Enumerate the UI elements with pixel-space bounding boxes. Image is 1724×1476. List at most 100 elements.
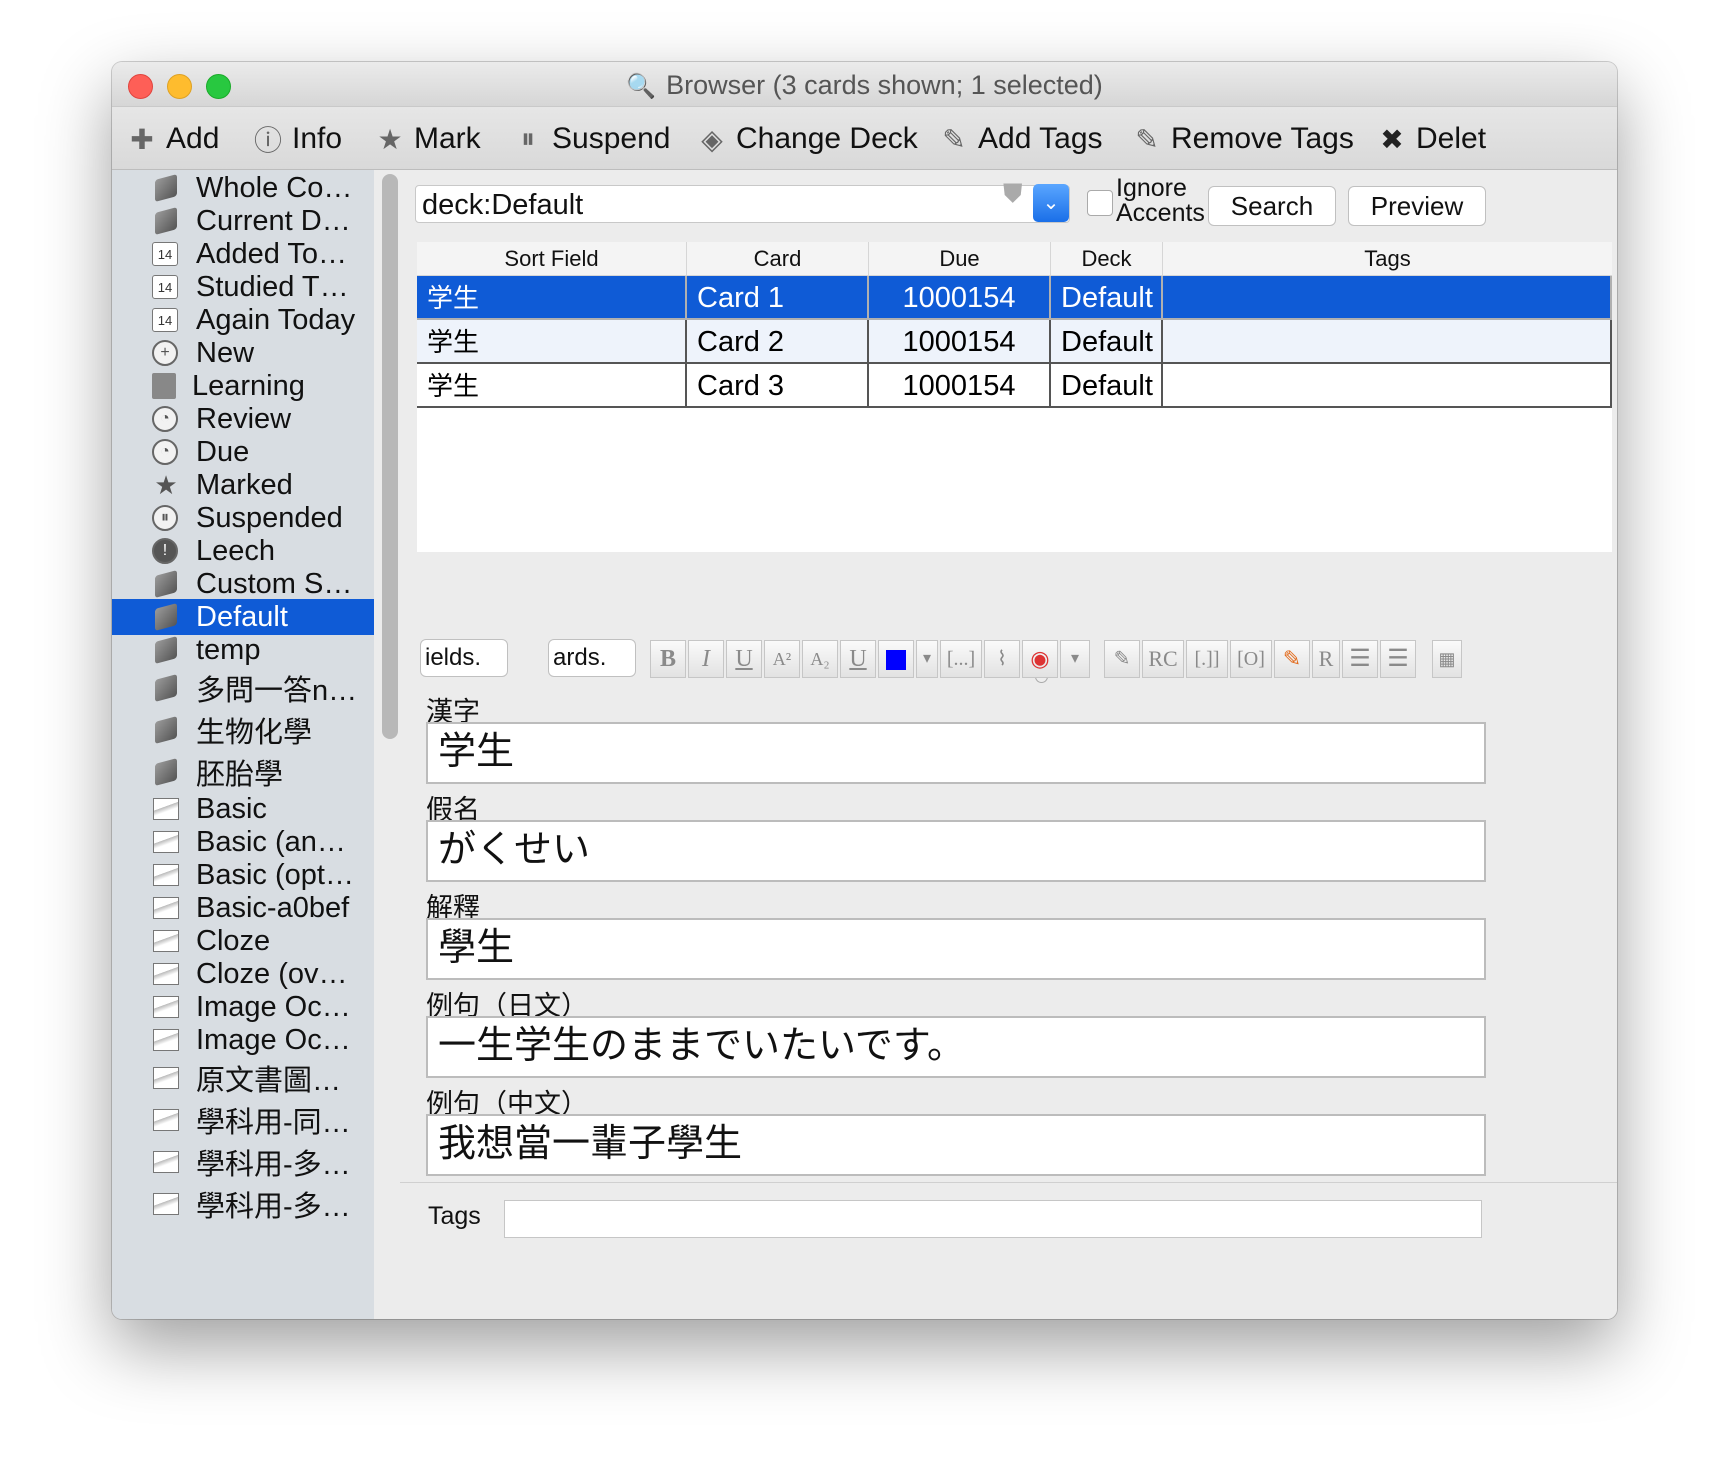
table-insert-button[interactable]: ▦	[1432, 640, 1462, 678]
bracket-button[interactable]: [.]]	[1186, 640, 1228, 678]
cards-button[interactable]: ards.	[548, 639, 636, 677]
sidebar-item-label: 學科用-同…	[196, 1107, 351, 1139]
sidebar-item-note-type[interactable]: Basic	[112, 791, 374, 827]
field-editor[interactable]: 学生	[426, 722, 1486, 784]
sidebar-item-current-deck[interactable]: Current D…	[112, 203, 374, 239]
search-input[interactable]: deck:Default	[415, 185, 1070, 223]
bold-button[interactable]: B	[650, 640, 686, 678]
sidebar-item-note-type[interactable]: 原文書圖…	[112, 1060, 374, 1097]
sidebar-item-deck[interactable]: 生物化學	[112, 712, 374, 749]
delete-button[interactable]: ✖ Delet	[1376, 119, 1486, 159]
table-row[interactable]: 学生 Card 3 1000154 Default	[417, 364, 1612, 408]
field-editor[interactable]: 學生	[426, 918, 1486, 980]
ignore-accents-checkbox[interactable]	[1087, 190, 1113, 216]
card-table: Sort Field Card Due Deck Tags 学生 Card 1 …	[417, 242, 1612, 552]
window-title: 🔍 Browser (3 cards shown; 1 selected)	[112, 70, 1617, 101]
divider	[400, 1182, 1617, 1183]
sidebar-item-note-type[interactable]: 學科用-同…	[112, 1102, 374, 1139]
occlusion-button[interactable]: [O]	[1230, 640, 1272, 678]
sidebar-item-again-today[interactable]: 14 Again Today	[112, 302, 374, 338]
add-button[interactable]: ✚ Add	[126, 119, 219, 159]
plus-circle-icon: +	[152, 340, 178, 366]
superscript-button[interactable]: A²	[764, 640, 800, 678]
sidebar-item-note-type[interactable]: Basic (an…	[112, 824, 374, 860]
sidebar-item-temp[interactable]: temp	[112, 632, 374, 668]
sidebar-item-leech[interactable]: ! Leech	[112, 533, 374, 569]
sidebar-item-new[interactable]: + New	[112, 335, 374, 371]
cell-due: 1000154	[869, 364, 1051, 408]
column-header-card[interactable]: Card	[687, 242, 869, 276]
ignore-accents-label: Ignore Accents	[1116, 176, 1205, 226]
tags-input[interactable]	[504, 1200, 1482, 1238]
search-history-dropdown[interactable]: ⌄	[1033, 184, 1069, 222]
sidebar-item-studied-today[interactable]: 14 Studied T…	[112, 269, 374, 305]
sidebar-item-note-type[interactable]: 學科用-多…	[112, 1186, 374, 1223]
star-icon: ★	[154, 469, 178, 500]
deck-icon	[152, 758, 180, 786]
align-button[interactable]: ☰	[1342, 640, 1378, 678]
cloze-button[interactable]: [...]	[940, 640, 982, 678]
tags-label: Tags	[428, 1202, 481, 1230]
field-editor[interactable]: 我想當一輩子學生	[426, 1114, 1486, 1176]
attach-button[interactable]: ⌇	[984, 640, 1020, 678]
field-editor[interactable]: がくせい	[426, 820, 1486, 882]
subscript-button[interactable]: A₂	[802, 640, 838, 678]
indent-button[interactable]: ☰	[1380, 640, 1416, 678]
remove-tags-button[interactable]: ✎ Remove Tags	[1131, 119, 1354, 159]
sidebar-item-note-type[interactable]: Basic (opt…	[112, 857, 374, 893]
preview-button[interactable]: Preview	[1348, 186, 1486, 226]
r-button[interactable]: R	[1312, 640, 1340, 678]
sidebar-item-note-type[interactable]: Cloze	[112, 923, 374, 959]
sidebar-item-note-type[interactable]: Image Oc…	[112, 989, 374, 1025]
change-deck-button[interactable]: ◈ Change Deck	[696, 119, 918, 159]
underline-button[interactable]: U	[726, 640, 762, 678]
rc-button[interactable]: RC	[1142, 640, 1184, 678]
mark-button[interactable]: ★ Mark	[374, 119, 480, 159]
italic-button[interactable]: I	[688, 640, 724, 678]
sidebar-item-added-today[interactable]: 14 Added To…	[112, 236, 374, 272]
table-row[interactable]: 学生 Card 1 1000154 Default	[417, 276, 1612, 320]
sidebar-item-custom-study[interactable]: Custom S…	[112, 566, 374, 602]
clear-format-button[interactable]: U	[840, 640, 876, 678]
sidebar-item-default[interactable]: Default	[112, 599, 374, 635]
align-icon: ☰	[1349, 646, 1371, 672]
table-row[interactable]: 学生 Card 2 1000154 Default	[417, 320, 1612, 364]
color-dropdown-button[interactable]: ▾	[916, 640, 938, 678]
info-button[interactable]: ⓘ Info	[252, 119, 342, 159]
sidebar-scrollbar[interactable]	[382, 174, 398, 739]
search-button[interactable]: Search	[1208, 186, 1336, 226]
sidebar-item-label: 生物化學	[196, 717, 313, 749]
field-editor[interactable]: 一生学生のままでいたいです。	[426, 1016, 1486, 1078]
record-button[interactable]: ◉	[1022, 640, 1058, 678]
sidebar-item-marked[interactable]: ★ Marked	[112, 467, 374, 503]
image-occlusion-button[interactable]: ✎	[1104, 640, 1140, 678]
sidebar-item-suspended[interactable]: ⏸ Suspended	[112, 500, 374, 536]
highlight-button[interactable]: ✎	[1274, 640, 1310, 678]
note-type-icon	[152, 1148, 180, 1176]
cell-tags	[1163, 276, 1612, 320]
add-tags-button[interactable]: ✎ Add Tags	[938, 119, 1102, 159]
sidebar-item-note-type[interactable]: Image Oc…	[112, 1022, 374, 1058]
sidebar-item-learning[interactable]: Learning	[112, 368, 374, 404]
column-header-deck[interactable]: Deck	[1051, 242, 1163, 276]
sidebar-item-due[interactable]: ◔ Due	[112, 434, 374, 470]
title-bar: 🔍 Browser (3 cards shown; 1 selected)	[112, 62, 1617, 107]
sidebar-item-whole-collection[interactable]: Whole Co…	[112, 170, 374, 206]
sidebar-item-deck[interactable]: 多問一答n…	[112, 670, 374, 707]
sidebar-item-label: Basic (opt…	[196, 858, 354, 891]
more-dropdown-button[interactable]: ▾	[1060, 640, 1090, 678]
sidebar-item-note-type[interactable]: Cloze (ov…	[112, 956, 374, 992]
suspend-button[interactable]: ⏸ Suspend	[512, 119, 670, 159]
text-color-button[interactable]	[878, 640, 914, 678]
deck-icon	[152, 570, 180, 598]
sidebar-item-deck[interactable]: 胚胎學	[112, 754, 374, 791]
sidebar-item-note-type[interactable]: 學科用-多…	[112, 1144, 374, 1181]
fields-button[interactable]: ields.	[420, 639, 508, 677]
sidebar-item-review[interactable]: ◔ Review	[112, 401, 374, 437]
sidebar-item-label: Current D…	[196, 204, 351, 237]
column-header-tags[interactable]: Tags	[1163, 242, 1612, 276]
column-header-due[interactable]: Due	[869, 242, 1051, 276]
column-header-sort-field[interactable]: Sort Field	[417, 242, 687, 276]
browser-window: 🔍 Browser (3 cards shown; 1 selected) ✚ Ad…	[112, 62, 1617, 1319]
sidebar-item-note-type[interactable]: Basic-a0bef	[112, 890, 374, 926]
